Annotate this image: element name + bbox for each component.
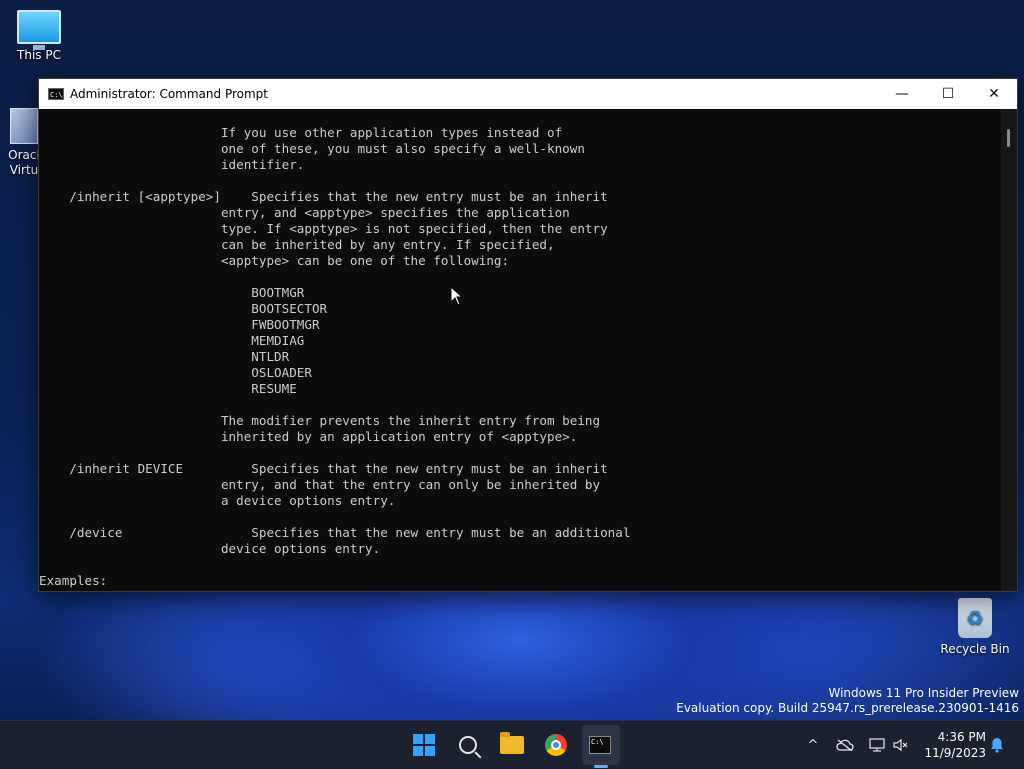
chrome-icon [545,734,567,756]
console-line: entry, and that the entry can only be in… [39,477,601,492]
console-line: BOOTMGR [39,285,305,300]
command-prompt-taskbar-button[interactable]: C:\ [582,727,618,763]
desktop-icon-label: This PC [17,48,61,62]
desktop-icon-recycle-bin[interactable]: ♻ Recycle Bin [940,598,1010,656]
cmd-icon: C:\ [589,736,611,754]
scrollbar-thumb[interactable] [1007,129,1010,147]
console-line: inherited by an application entry of <ap… [39,429,578,444]
cloud-off-icon [836,739,854,751]
close-button[interactable]: ✕ [971,79,1017,109]
console-line: RESUME [39,381,297,396]
console-line: OSLOADER [39,365,312,380]
show-hidden-icons-button[interactable]: ^ [802,721,824,769]
console-line: If you use other application types inste… [39,125,563,140]
volume-tray-button[interactable] [890,721,912,769]
network-tray-button[interactable] [866,721,888,769]
console-line: device options entry. [39,541,381,556]
search-icon [459,736,477,754]
console-line: Examples: [39,573,108,588]
console-line: The modifier prevents the inherit entry … [39,413,601,428]
system-clock[interactable]: 4:36 PM 11/9/2023 [924,729,986,761]
console-output[interactable]: If you use other application types inste… [39,109,1001,591]
onedrive-tray-button[interactable] [834,721,856,769]
watermark-line: Windows 11 Pro Insider Preview [828,686,1019,700]
console-line: FWBOOTMGR [39,317,320,332]
vertical-scrollbar[interactable] [1001,109,1017,591]
speaker-muted-icon [893,738,908,752]
notifications-button[interactable] [986,721,1008,769]
watermark-line: Evaluation copy. Build 25947.rs_prerelea… [676,701,1019,715]
desktop-icon-label: Recycle Bin [940,642,1010,656]
folder-icon [500,732,524,754]
console-line: type. If <apptype> is not specified, the… [39,221,608,236]
virtualbox-icon [10,108,38,144]
clock-date: 11/9/2023 [924,746,986,760]
cmd-app-icon: C:\ [48,88,64,100]
windows-evaluation-watermark: Windows 11 Pro Insider Preview Evaluatio… [676,686,1019,716]
clock-time: 4:36 PM [937,730,986,744]
bell-icon [991,738,1003,753]
maximize-button[interactable]: ☐ [925,79,971,109]
console-line: a device options entry. [39,493,396,508]
console-line: /inherit DEVICE Specifies that the new e… [39,461,608,476]
console-line: MEMDIAG [39,333,305,348]
console-line: /inherit [<apptype>] Specifies that the … [39,189,608,204]
console-line: NTLDR [39,349,290,364]
console-line: can be inherited by any entry. If specif… [39,237,555,252]
chevron-up-icon: ^ [807,737,819,753]
console-line: BOOTSECTOR [39,301,328,316]
network-icon [869,738,885,752]
console-line: one of these, you must also specify a we… [39,141,585,156]
console-line: <apptype> can be one of the following: [39,253,510,268]
console-line: /device Specifies that the new entry mus… [39,525,631,540]
chrome-button[interactable] [538,727,574,763]
windows-logo-icon [413,734,435,756]
taskbar: C:\ ^ 4:36 PM 11/9/2023 [0,720,1024,769]
window-title: Administrator: Command Prompt [70,87,268,101]
search-button[interactable] [450,727,486,763]
file-explorer-button[interactable] [494,727,530,763]
command-prompt-window[interactable]: C:\ Administrator: Command Prompt — ☐ ✕ … [38,78,1018,592]
title-bar[interactable]: C:\ Administrator: Command Prompt — ☐ ✕ [39,79,1017,109]
console-line: identifier. [39,157,305,172]
start-button[interactable] [406,727,442,763]
desktop-icon-this-pc[interactable]: This PC [4,10,74,62]
recycle-bin-icon: ♻ [958,598,992,638]
monitor-icon [17,10,61,50]
console-line: entry, and <apptype> specifies the appli… [39,205,570,220]
minimize-button[interactable]: — [879,79,925,109]
